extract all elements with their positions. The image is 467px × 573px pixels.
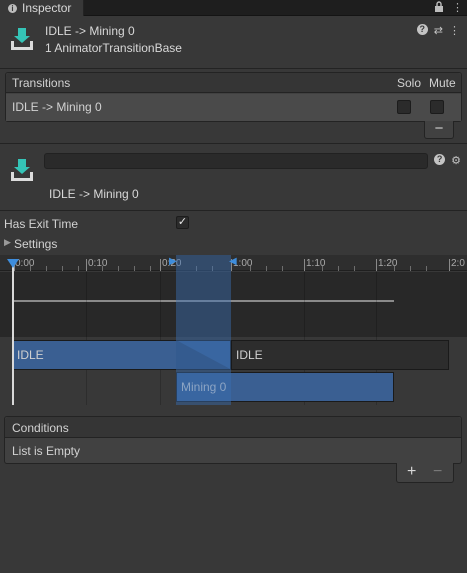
transition-end-marker-icon[interactable]: ◀ [229, 256, 237, 267]
has-exit-time-label: Has Exit Time [4, 217, 79, 231]
solo-checkbox[interactable] [397, 100, 411, 114]
remove-condition-button[interactable]: − [433, 463, 442, 481]
playhead[interactable] [12, 265, 14, 405]
help-icon[interactable]: ? [434, 154, 446, 165]
tab-actions: ⋮ [434, 1, 463, 15]
conditions-list: Conditions List is Empty [4, 416, 462, 464]
info-icon: i [8, 3, 17, 13]
source-state-label: IDLE [17, 348, 44, 362]
transition-name-field[interactable] [44, 153, 428, 169]
source-state-repeat-label: IDLE [236, 348, 263, 362]
settings-foldout-label[interactable]: Settings [14, 237, 57, 251]
tick-label: 0:10 [88, 258, 108, 269]
header-subtitle: 1 AnimatorTransitionBase [45, 41, 182, 55]
remove-transition-button[interactable]: − [424, 121, 454, 139]
playhead-handle-icon[interactable] [7, 259, 19, 268]
transition-row-label: IDLE -> Mining 0 [12, 100, 102, 114]
header-actions: ? ⇄ ⋮ [416, 24, 460, 37]
transition-overlap-region[interactable] [176, 255, 231, 405]
detail-actions: ? ⚙ [434, 154, 461, 167]
tick-label: 2:0 [451, 258, 465, 269]
inspector-header: IDLE -> Mining 0 1 AnimatorTransitionBas… [0, 17, 467, 69]
transitions-title: Transitions [12, 76, 71, 90]
source-state-repeat-bar[interactable]: IDLE [231, 340, 449, 370]
settings-foldout-arrow-icon[interactable]: ▶ [4, 237, 11, 248]
transition-icon [11, 159, 33, 181]
tab-label: Inspector [22, 1, 72, 15]
mute-checkbox[interactable] [430, 100, 444, 114]
kebab-menu-icon[interactable]: ⋮ [452, 1, 463, 15]
header-title: IDLE -> Mining 0 [45, 24, 135, 38]
transition-detail: ? ⚙ IDLE -> Mining 0 [0, 143, 467, 211]
transition-icon [11, 28, 33, 50]
transition-row[interactable]: IDLE -> Mining 0 [6, 94, 461, 121]
add-condition-button[interactable]: + [407, 463, 416, 481]
conditions-empty-text: List is Empty [12, 444, 81, 458]
transition-start-marker-icon[interactable]: ▶ [169, 256, 177, 267]
conditions-title: Conditions [12, 421, 69, 435]
tab-inspector[interactable]: i Inspector [0, 0, 84, 16]
transitions-list: Transitions Solo Mute IDLE -> Mining 0 [5, 72, 462, 122]
conditions-header: Conditions [5, 417, 461, 438]
lock-icon[interactable] [434, 1, 444, 15]
detail-subtitle: IDLE -> Mining 0 [49, 187, 139, 201]
timeline-curve-area [0, 272, 467, 337]
has-exit-time-checkbox[interactable]: ✓ [176, 216, 189, 229]
help-icon[interactable]: ? [416, 24, 428, 35]
tab-bar: i Inspector ⋮ [0, 0, 467, 16]
gear-icon[interactable]: ⚙ [451, 154, 461, 167]
mute-column-label: Mute [429, 76, 456, 90]
conditions-footer: + − [396, 463, 454, 483]
transition-timeline[interactable]: 0:00 0:10 0:20 1:00 1:10 1:20 2:0 IDLE I… [0, 255, 467, 405]
kebab-menu-icon[interactable]: ⋮ [449, 24, 460, 37]
solo-column-label: Solo [397, 76, 422, 90]
preset-icon[interactable]: ⇄ [434, 24, 443, 37]
transitions-header: Transitions Solo Mute [6, 73, 461, 93]
